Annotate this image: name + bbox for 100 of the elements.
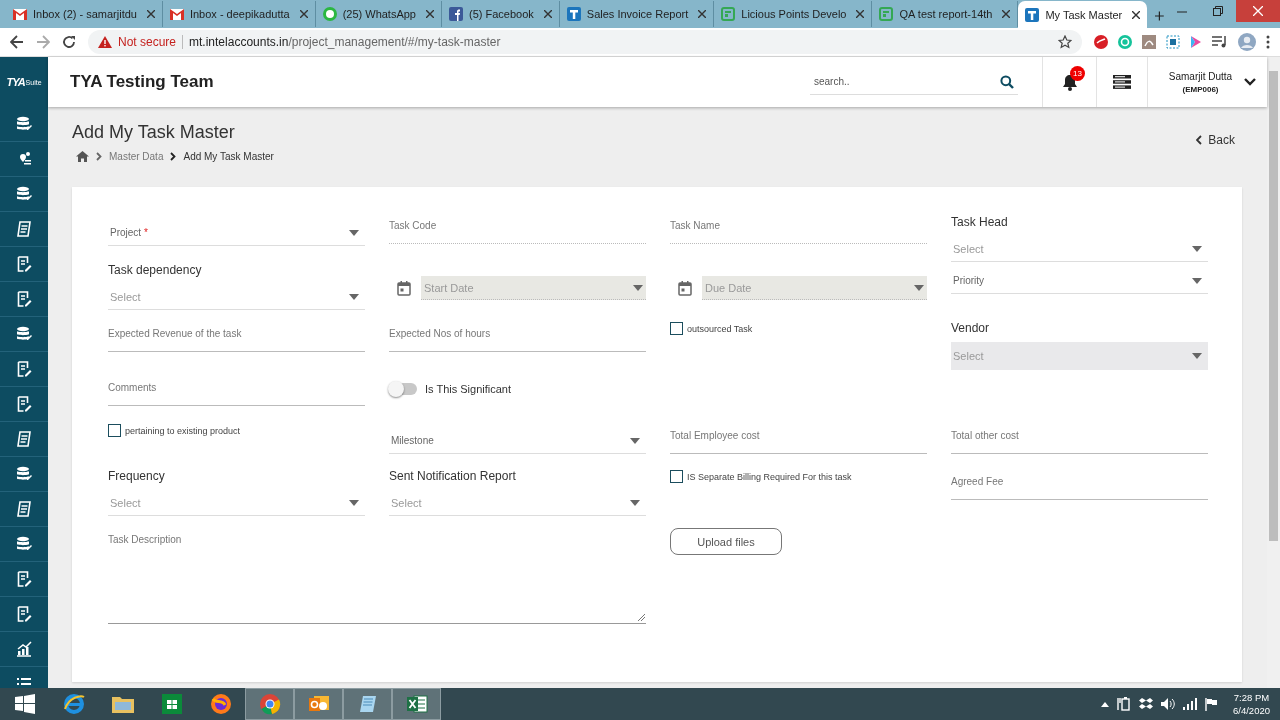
search-field[interactable]: search.. (812, 75, 1000, 88)
notepad-icon[interactable] (357, 694, 378, 714)
home-icon[interactable] (76, 150, 89, 162)
dropdown-field[interactable]: Select (389, 490, 646, 516)
new-tab-button[interactable] (1155, 10, 1164, 22)
browser-tab[interactable]: (5) Facebook (442, 1, 560, 27)
caret-icon (914, 284, 924, 291)
close-icon[interactable] (1132, 10, 1141, 19)
close-icon[interactable] (1002, 10, 1011, 18)
document-icon[interactable] (16, 361, 32, 377)
start-icon[interactable] (14, 694, 35, 714)
extension-icon[interactable] (1094, 35, 1108, 49)
database-icon[interactable] (16, 466, 32, 482)
text-field[interactable]: Total Employee cost (670, 428, 927, 454)
text-field[interactable]: Comments (108, 380, 365, 406)
checkbox[interactable] (108, 424, 121, 437)
resize-grip-icon[interactable] (637, 613, 645, 621)
flag-icon[interactable] (1205, 697, 1217, 711)
back-icon[interactable] (10, 35, 24, 49)
document-icon[interactable] (16, 606, 32, 622)
close-icon[interactable] (856, 10, 865, 18)
caret-icon (349, 499, 359, 506)
close-button[interactable] (1236, 0, 1280, 22)
receipt-icon[interactable] (16, 221, 32, 237)
restore-icon[interactable] (1213, 6, 1223, 16)
browser-icon[interactable] (62, 693, 85, 715)
text-field[interactable]: Task Name (670, 218, 927, 244)
media-icon[interactable] (1212, 36, 1228, 48)
star-icon[interactable] (1058, 35, 1072, 49)
close-icon[interactable] (543, 10, 552, 18)
checkbox-label: IS Separate Billing Required For this task (687, 471, 852, 482)
browser-tab[interactable]: My Task Master (1018, 1, 1148, 28)
calendar-icon[interactable] (397, 280, 411, 296)
chevron-left-icon[interactable] (1196, 135, 1203, 145)
text-area[interactable]: Task Description (108, 534, 646, 624)
dropdown-field[interactable]: Select (951, 236, 1208, 262)
mail-icon[interactable] (307, 694, 330, 714)
chart-icon[interactable] (16, 641, 32, 657)
document-icon[interactable] (16, 396, 32, 412)
browser-tab[interactable]: Inbox - deepikadutta (162, 1, 316, 27)
calendar-icon[interactable] (678, 280, 692, 296)
extension-icon[interactable] (1142, 35, 1156, 49)
browser-tab[interactable]: Licious Points Develo (714, 1, 873, 27)
breadcrumb-item[interactable]: Master Data (109, 150, 164, 162)
volume-icon[interactable] (1161, 698, 1175, 710)
text-field[interactable]: Task Code (389, 218, 646, 244)
battery-icon[interactable] (1117, 697, 1131, 711)
dropdown-field[interactable]: Milestone (389, 428, 646, 454)
menu-icon[interactable] (1113, 75, 1131, 89)
store-icon[interactable] (161, 694, 182, 714)
scrollbar[interactable] (1267, 57, 1280, 688)
more-icon[interactable] (1266, 35, 1270, 49)
text-field[interactable]: Expected Nos of hours (389, 326, 646, 352)
text-field[interactable]: Agreed Fee (951, 474, 1208, 500)
browser-tab[interactable]: (25) WhatsApp (315, 1, 442, 27)
tray-arrow-icon[interactable] (1101, 701, 1109, 707)
receipt-icon[interactable] (16, 501, 32, 517)
close-icon[interactable] (698, 10, 707, 18)
document-icon[interactable] (16, 291, 32, 307)
search-icon[interactable] (1000, 74, 1014, 89)
user-name[interactable]: Samarjit Dutta (1168, 70, 1233, 82)
extension-icon[interactable] (1166, 35, 1180, 49)
browser-icon[interactable] (258, 693, 281, 715)
security-label[interactable]: Not secure (118, 35, 184, 49)
upload-button[interactable]: Upload files (670, 528, 782, 555)
database-icon[interactable] (16, 186, 32, 202)
dropdown-field[interactable]: Priority (951, 268, 1208, 294)
reload-icon[interactable] (62, 35, 76, 49)
folder-icon[interactable] (110, 694, 135, 714)
extension-icon[interactable] (1190, 35, 1202, 49)
text-field[interactable]: Expected Revenue of the task (108, 326, 365, 352)
cloud-sync-icon[interactable] (1139, 698, 1153, 710)
caret-icon (630, 499, 640, 506)
document-icon[interactable] (16, 571, 32, 587)
toggle-switch[interactable] (389, 383, 417, 395)
back-button[interactable]: Back (1196, 133, 1235, 147)
browser-tab[interactable]: Inbox (2) - samarjitdu (6, 1, 163, 27)
url-text[interactable]: mt.intelaccounts.in/project_management/#/my-task-master (189, 35, 501, 49)
checkbox[interactable] (670, 470, 683, 483)
close-icon[interactable] (299, 10, 308, 18)
signal-icon[interactable] (1183, 698, 1197, 710)
document-icon[interactable] (16, 256, 32, 272)
field-label: Vendor (951, 320, 991, 336)
list-icon[interactable] (16, 676, 32, 688)
clock[interactable]: 7:28 PM 6/4/2020 (1233, 691, 1270, 717)
checkbox[interactable] (670, 322, 683, 335)
text-field[interactable]: Total other cost (951, 428, 1208, 454)
chevron-down-icon[interactable] (1244, 78, 1257, 86)
browser-tab[interactable]: Sales Invoice Report (559, 1, 715, 27)
database-icon[interactable] (16, 326, 32, 342)
dropdown-field[interactable]: Select (108, 490, 365, 516)
database-icon[interactable] (16, 116, 32, 132)
browser-icon[interactable] (209, 693, 232, 715)
close-icon[interactable] (426, 10, 434, 18)
spreadsheet-icon[interactable] (405, 694, 428, 714)
receipt-icon[interactable] (16, 431, 32, 447)
dropdown-field[interactable]: Select (108, 284, 365, 310)
close-icon[interactable] (146, 10, 155, 18)
database-icon[interactable] (16, 536, 32, 552)
dropdown-field[interactable]: Project * (108, 220, 365, 246)
